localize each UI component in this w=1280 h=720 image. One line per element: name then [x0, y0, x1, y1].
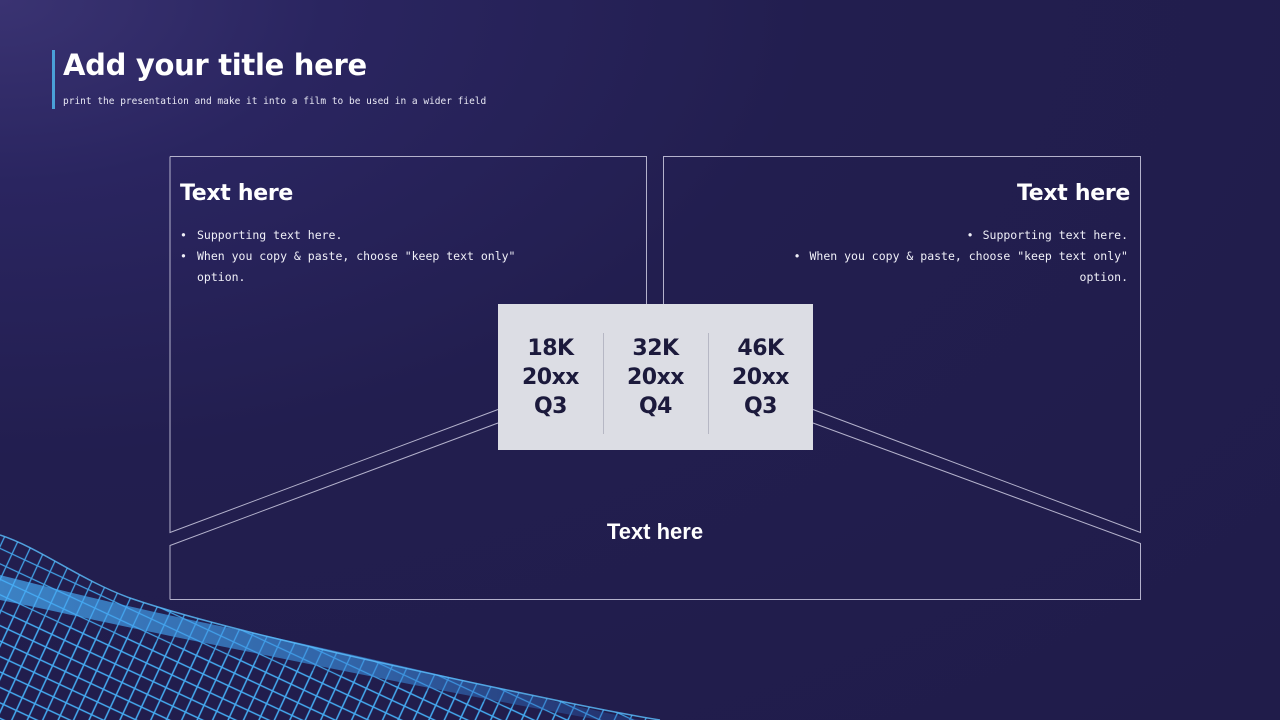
stat-item: 46K 20xx Q3 — [708, 304, 813, 450]
bottom-card-title: Text here — [606, 519, 704, 544]
stat-year: 20xx — [732, 364, 790, 390]
stat-value: 32K — [632, 335, 679, 361]
right-card-bullet-text: When you copy & paste, choose "keep text… — [809, 249, 1129, 263]
left-card-bullet: When you copy & paste, choose "keep text… — [180, 246, 520, 288]
stat-value: 18K — [527, 335, 574, 361]
stat-quarter: Q3 — [743, 393, 778, 419]
stat-item: 32K 20xx Q4 — [603, 304, 708, 450]
bullet-dot-icon: • — [793, 249, 801, 263]
stat-quarter: Q4 — [638, 393, 673, 419]
stat-year: 20xx — [627, 364, 685, 390]
right-card-bullet-continuation: option. — [1079, 270, 1128, 284]
slide: Add your title here print the presentati… — [0, 0, 1280, 720]
right-card-bullet: • Supporting text here. — [788, 225, 1128, 246]
right-card-bullets: • Supporting text here. • When you copy & … — [788, 225, 1128, 288]
right-card-bullet: • When you copy & paste, choose "keep tex… — [788, 246, 1128, 267]
left-card-bullets: Supporting text here. When you copy & pa… — [180, 225, 520, 288]
left-card-title: Text here — [180, 181, 294, 206]
right-card-title: Text here — [1016, 181, 1130, 206]
left-card-bullet: Supporting text here. — [180, 225, 520, 246]
bullet-dot-icon: • — [966, 228, 974, 242]
stat-value: 46K — [737, 335, 784, 361]
stat-quarter: Q3 — [533, 393, 568, 419]
stats-panel: 18K 20xx Q3 32K 20xx Q4 46K 20xx Q3 — [498, 304, 813, 450]
stat-year: 20xx — [522, 364, 580, 390]
stat-item: 18K 20xx Q3 — [498, 304, 603, 450]
right-card-bullet-text: Supporting text here. — [982, 228, 1128, 242]
